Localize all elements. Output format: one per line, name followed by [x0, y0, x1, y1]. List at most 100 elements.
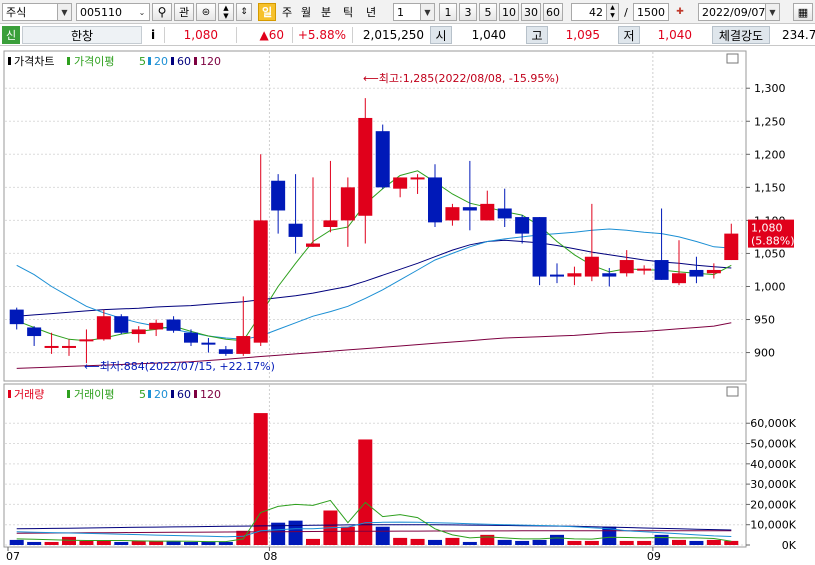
- legend-vol-ma20: 20: [154, 388, 168, 401]
- price-y-tick-label: 1,150: [754, 181, 786, 194]
- candle-body: [306, 243, 320, 247]
- arrow-down-icon[interactable]: ▼: [223, 12, 228, 20]
- period-daily-tab[interactable]: 일: [258, 3, 276, 21]
- chevron-down-icon[interactable]: ▼: [420, 4, 434, 20]
- period-weekly-tab[interactable]: 주: [279, 3, 295, 21]
- last-price-value: 1,080: [751, 222, 783, 235]
- date-x-axis: 07 08 09: [6, 547, 661, 563]
- add-remove-button[interactable]: ✚: [671, 3, 689, 21]
- quick-period-3[interactable]: 3: [459, 3, 477, 21]
- volume-bar: [131, 540, 146, 545]
- volume-bar: [288, 520, 303, 545]
- stepper-arrows-icon[interactable]: ▲ ▼: [606, 4, 618, 20]
- period-monthly-label: 월: [300, 6, 312, 19]
- volume-bar: [44, 541, 59, 545]
- x-tick-label: 08: [263, 550, 277, 563]
- current-price-text: 1,080: [183, 28, 218, 42]
- high-annotation: ⟵최고:1,285(2022/08/08, -15.95%): [363, 72, 559, 85]
- quick-period-label: 5: [484, 5, 492, 19]
- quick-period-label: 3: [464, 5, 472, 19]
- scroll-spin-button[interactable]: ▲ ▼: [218, 3, 234, 21]
- interval-select[interactable]: 1 ▼: [393, 3, 435, 21]
- related-button[interactable]: 관: [174, 3, 194, 21]
- candle-body: [619, 260, 634, 274]
- volume-bar: [393, 537, 408, 545]
- info-icon: i: [150, 28, 156, 42]
- last-price-tag: 1,080 (5.88%): [748, 219, 795, 248]
- low-annotation-value: 최저:884(2022/07/15, +22.17%): [100, 360, 275, 373]
- date-value: 2022/09/07: [702, 5, 766, 19]
- chart-svg[interactable]: 가격차트 가격이평 5 20 60 120 거래량 거래이평 5 20 60 1…: [0, 47, 815, 565]
- total-count-field[interactable]: 1500: [633, 3, 669, 21]
- volume-bar: [201, 541, 216, 545]
- price-y-tick-label: 1,000: [754, 280, 786, 293]
- quick-period-10[interactable]: 10: [499, 3, 519, 21]
- volume-bar: [184, 541, 198, 545]
- trade-strength-text: 234.7: [782, 28, 815, 42]
- legend-swatch: [67, 57, 70, 65]
- candle-body: [253, 220, 268, 343]
- low-annotation-text: ⟵최저:884(2022/07/15, +22.17%): [84, 360, 275, 373]
- chevron-down-icon[interactable]: ▼: [57, 4, 71, 20]
- price-y-tick-label: 900: [754, 347, 775, 360]
- date-select[interactable]: 2022/09/07 ▼: [698, 3, 780, 21]
- candle-body: [602, 273, 617, 277]
- panel-maximize-button[interactable]: [726, 386, 739, 397]
- chevron-down-icon[interactable]: ⌄: [135, 4, 149, 20]
- quick-period-30[interactable]: 30: [521, 3, 541, 21]
- info-button[interactable]: i: [146, 26, 160, 44]
- candle-body: [393, 177, 408, 189]
- arrow-up-icon[interactable]: ▲: [223, 4, 228, 12]
- period-tick-tab[interactable]: 틱: [340, 3, 356, 21]
- legend-swatch: [8, 57, 11, 65]
- candle-body: [131, 329, 146, 335]
- volume-bar: [445, 537, 460, 545]
- volume-bar: [428, 539, 442, 545]
- quick-period-60[interactable]: 60: [543, 3, 563, 21]
- legend-swatch: [171, 57, 174, 65]
- zoom-button[interactable]: ⊜: [196, 3, 216, 21]
- quick-period-label: 30: [524, 5, 538, 19]
- stock-code-input[interactable]: 005110 ⌄: [76, 3, 150, 21]
- search-button[interactable]: ⚲: [152, 3, 172, 21]
- volume-bar: [9, 539, 24, 545]
- volume-bar: [654, 534, 669, 545]
- legend-price-ma: 가격이평: [74, 55, 114, 68]
- x-tick-label: 07: [6, 550, 20, 563]
- quick-period-1[interactable]: 1: [439, 3, 457, 21]
- legend-swatch: [171, 390, 174, 398]
- chart-settings-icon: ▦: [797, 5, 809, 19]
- current-price: 1,080: [166, 26, 218, 44]
- legend-ma20: 20: [154, 55, 168, 68]
- market-type-select[interactable]: 주식 ▼: [2, 3, 72, 21]
- candle-body: [166, 319, 181, 331]
- candle-body: [149, 322, 164, 330]
- legend-price-chart: 가격차트: [14, 55, 54, 68]
- chart-settings-button[interactable]: ▦: [793, 3, 813, 21]
- total-count-value: 1500: [637, 5, 665, 19]
- period-monthly-tab[interactable]: 월: [298, 3, 314, 21]
- candle-body: [480, 203, 495, 221]
- legend-swatch: [194, 390, 197, 398]
- open-price: 1,040: [454, 26, 506, 44]
- high-annotation-value: 최고:1,285(2022/08/08, -15.95%): [379, 72, 559, 85]
- volume-bar: [550, 534, 564, 545]
- period-weekly-label: 주: [281, 6, 293, 19]
- period-year-tab[interactable]: 년: [362, 3, 380, 21]
- candle-body: [689, 269, 704, 277]
- candle-body: [218, 349, 233, 354]
- chevron-down-icon[interactable]: ▼: [765, 4, 779, 20]
- expand-button[interactable]: ⇕: [236, 3, 252, 21]
- x-tick-label: 09: [647, 550, 661, 563]
- legend-swatch: [194, 57, 197, 65]
- period-minute-tab[interactable]: 분: [318, 3, 334, 21]
- candle-body: [584, 256, 599, 277]
- volume-bar: [340, 526, 355, 545]
- legend-swatch: [8, 390, 11, 398]
- candle-body: [9, 309, 24, 325]
- quick-period-5[interactable]: 5: [479, 3, 497, 21]
- market-type-value: 주식: [6, 6, 27, 19]
- count-stepper[interactable]: 42 ▲ ▼: [571, 3, 619, 21]
- panel-maximize-button[interactable]: [726, 53, 739, 64]
- volume-bar: [114, 541, 129, 545]
